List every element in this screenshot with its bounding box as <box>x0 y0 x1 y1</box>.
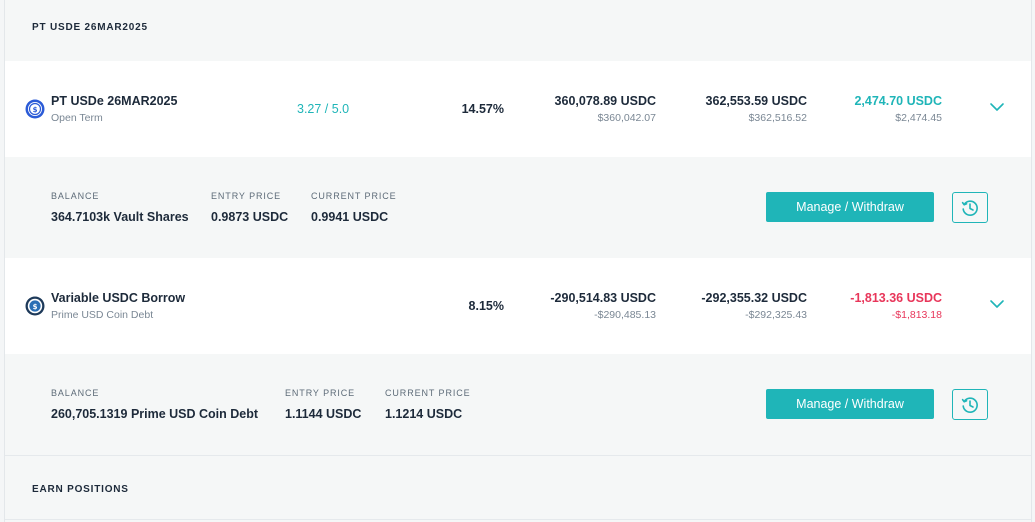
usde-token-icon: $ <box>25 99 45 119</box>
positions-panel: PT USDE 26MAR2025 $ PT USDe 26MAR2025 Op… <box>4 0 1032 522</box>
history-clock-icon <box>961 396 978 413</box>
usdc-token-icon: $ <box>25 296 45 316</box>
position-name: Variable USDC Borrow <box>51 291 186 305</box>
entry-price-value: 0.9873 USDC <box>211 210 289 224</box>
chevron-down-icon[interactable] <box>989 298 1005 310</box>
section-divider <box>5 519 1031 520</box>
position-subtitle: Open Term <box>51 112 103 124</box>
risk-rating: 3.27 / 5.0 <box>297 102 350 116</box>
svg-text:$: $ <box>33 106 38 114</box>
position-details-variable-usdc-borrow: BALANCE 260,705.1319 Prime USD Coin Debt… <box>5 354 1031 455</box>
chevron-down-icon[interactable] <box>989 101 1005 113</box>
svg-text:$: $ <box>33 303 38 311</box>
pnl-value: 2,474.70 USDC <box>854 94 942 108</box>
current-value: 362,553.59 USDC <box>705 94 807 108</box>
section-title: EARN POSITIONS <box>32 484 129 495</box>
pnl-value-usd: $2,474.45 <box>895 112 942 124</box>
section-divider <box>5 455 1031 456</box>
current-value-usd: $362,516.52 <box>748 112 807 124</box>
position-apy: 8.15% <box>468 299 504 313</box>
balance-label: BALANCE <box>51 388 100 398</box>
entry-price-label: ENTRY PRICE <box>285 388 356 398</box>
balance-label: BALANCE <box>51 191 100 201</box>
current-price-value: 0.9941 USDC <box>311 210 389 224</box>
manage-withdraw-button[interactable]: Manage / Withdraw <box>766 389 934 419</box>
current-price-label: CURRENT PRICE <box>311 191 397 201</box>
history-button[interactable] <box>952 389 988 420</box>
position-row-pt-usde[interactable]: $ PT USDe 26MAR2025 Open Term 3.27 / 5.0… <box>5 61 1031 157</box>
position-details-pt-usde: BALANCE 364.7103k Vault Shares ENTRY PRI… <box>5 157 1031 258</box>
pnl-value-usd: -$1,813.18 <box>891 309 942 321</box>
entry-value: -290,514.83 USDC <box>550 291 656 305</box>
current-price-value: 1.1214 USDC <box>385 407 463 421</box>
entry-value: 360,078.89 USDC <box>554 94 656 108</box>
entry-value-usd: -$290,485.13 <box>594 309 656 321</box>
pnl-value: -1,813.36 USDC <box>850 291 942 305</box>
entry-value-usd: $360,042.07 <box>597 112 656 124</box>
current-value-usd: -$292,325.43 <box>745 309 807 321</box>
current-price-label: CURRENT PRICE <box>385 388 471 398</box>
manage-withdraw-button[interactable]: Manage / Withdraw <box>766 192 934 222</box>
entry-price-label: ENTRY PRICE <box>211 191 282 201</box>
balance-value: 364.7103k Vault Shares <box>51 210 189 224</box>
position-row-variable-usdc-borrow[interactable]: $ Variable USDC Borrow Prime USD Coin De… <box>5 258 1031 354</box>
position-name: PT USDe 26MAR2025 <box>51 94 178 108</box>
balance-value: 260,705.1319 Prime USD Coin Debt <box>51 407 259 421</box>
position-apy: 14.57% <box>461 102 504 116</box>
history-button[interactable] <box>952 192 988 223</box>
position-subtitle: Prime USD Coin Debt <box>51 309 154 321</box>
entry-price-value: 1.1144 USDC <box>285 407 362 421</box>
section-title: PT USDE 26MAR2025 <box>32 22 148 33</box>
history-clock-icon <box>961 199 978 216</box>
current-value: -292,355.32 USDC <box>701 291 807 305</box>
